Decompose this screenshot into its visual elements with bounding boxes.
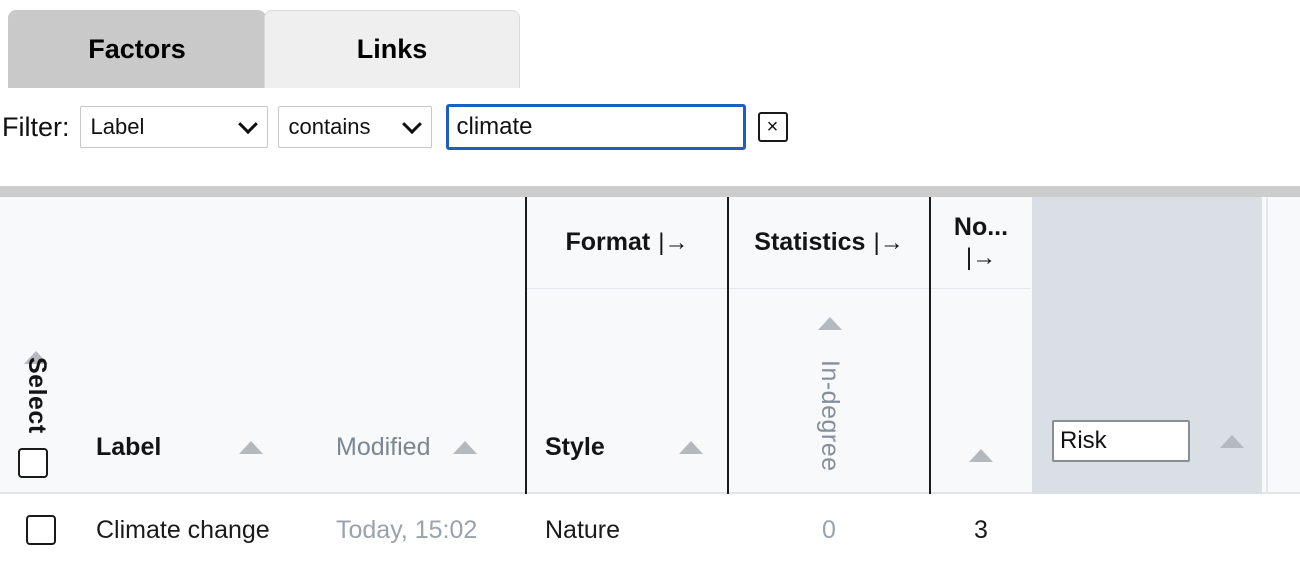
column-header-style[interactable]: Style	[527, 287, 727, 492]
factors-table: Format |→ Statistics |→ No... |→ Select …	[0, 197, 1300, 568]
group-header-statistics[interactable]: Statistics |→	[729, 197, 929, 289]
column-header-in-degree-label: In-degree	[816, 360, 844, 472]
filter-label: Filter:	[2, 111, 70, 142]
row-risk-cell	[1032, 494, 1262, 566]
column-header-select[interactable]: Select	[0, 287, 82, 492]
filter-field-select[interactable]: Label	[79, 106, 268, 148]
column-header-in-degree[interactable]: In-degree	[729, 287, 929, 492]
group-header-notes[interactable]: No... |→	[931, 197, 1031, 289]
risk-column-name-input[interactable]	[1052, 420, 1190, 462]
row-modified-cell: Today, 15:02	[336, 515, 478, 544]
column-header-style-label: Style	[545, 433, 605, 461]
table-row[interactable]: Climate change Today, 15:02 Nature 0 3	[0, 494, 1300, 566]
collapse-right-icon[interactable]: |→	[931, 244, 1031, 272]
table-header: Format |→ Statistics |→ No... |→ Select …	[0, 197, 1300, 494]
row-notes-count-cell: 3	[974, 515, 988, 544]
group-header-format-title: Format	[565, 228, 651, 257]
filter-field-select-value: Label	[90, 114, 145, 139]
tab-links[interactable]: Links	[264, 10, 520, 88]
column-header-modified-label: Modified	[336, 433, 431, 461]
group-header-statistics-title: Statistics	[754, 228, 866, 257]
filter-bar: Filter: Label contains ×	[0, 88, 1300, 166]
row-select-checkbox[interactable]	[26, 515, 56, 545]
filter-operator-select[interactable]: contains	[277, 106, 432, 148]
collapse-right-icon[interactable]: |→	[658, 229, 688, 257]
column-header-label-label: Label	[96, 433, 162, 461]
sort-arrow-modified-icon[interactable]	[452, 441, 477, 454]
select-all-checkbox[interactable]	[18, 448, 48, 478]
column-header-notes-count[interactable]	[931, 287, 1031, 492]
tab-factors[interactable]: Factors	[8, 10, 266, 88]
horizontal-scrollbar-track[interactable]	[0, 186, 1300, 197]
tab-bar: Factors Links	[0, 0, 1300, 88]
collapse-right-icon[interactable]: |→	[873, 229, 903, 257]
column-header-select-label: Select	[23, 357, 51, 434]
filter-operator-select-value: contains	[288, 114, 371, 139]
column-header-risk[interactable]	[1032, 287, 1262, 492]
sort-arrow-style-icon[interactable]	[678, 441, 703, 454]
row-in-degree-cell: 0	[822, 515, 836, 544]
column-header-label[interactable]: Label	[82, 287, 322, 492]
close-icon: ×	[766, 116, 779, 138]
row-select-cell	[0, 494, 82, 566]
row-label-cell: Climate change	[96, 515, 270, 544]
sort-arrow-in-degree-icon[interactable]	[818, 317, 842, 330]
sort-arrow-notes-count-icon[interactable]	[969, 449, 993, 462]
column-header-modified[interactable]: Modified	[322, 287, 525, 492]
group-header-format[interactable]: Format |→	[527, 197, 727, 289]
column-divider	[1266, 197, 1268, 494]
clear-filter-button[interactable]: ×	[757, 112, 788, 142]
sort-arrow-label-icon[interactable]	[239, 441, 264, 454]
sort-arrow-risk-icon[interactable]	[1220, 434, 1244, 448]
filter-query-input[interactable]	[445, 104, 746, 150]
group-header-notes-title: No...	[953, 213, 1009, 241]
row-style-cell: Nature	[545, 515, 621, 544]
